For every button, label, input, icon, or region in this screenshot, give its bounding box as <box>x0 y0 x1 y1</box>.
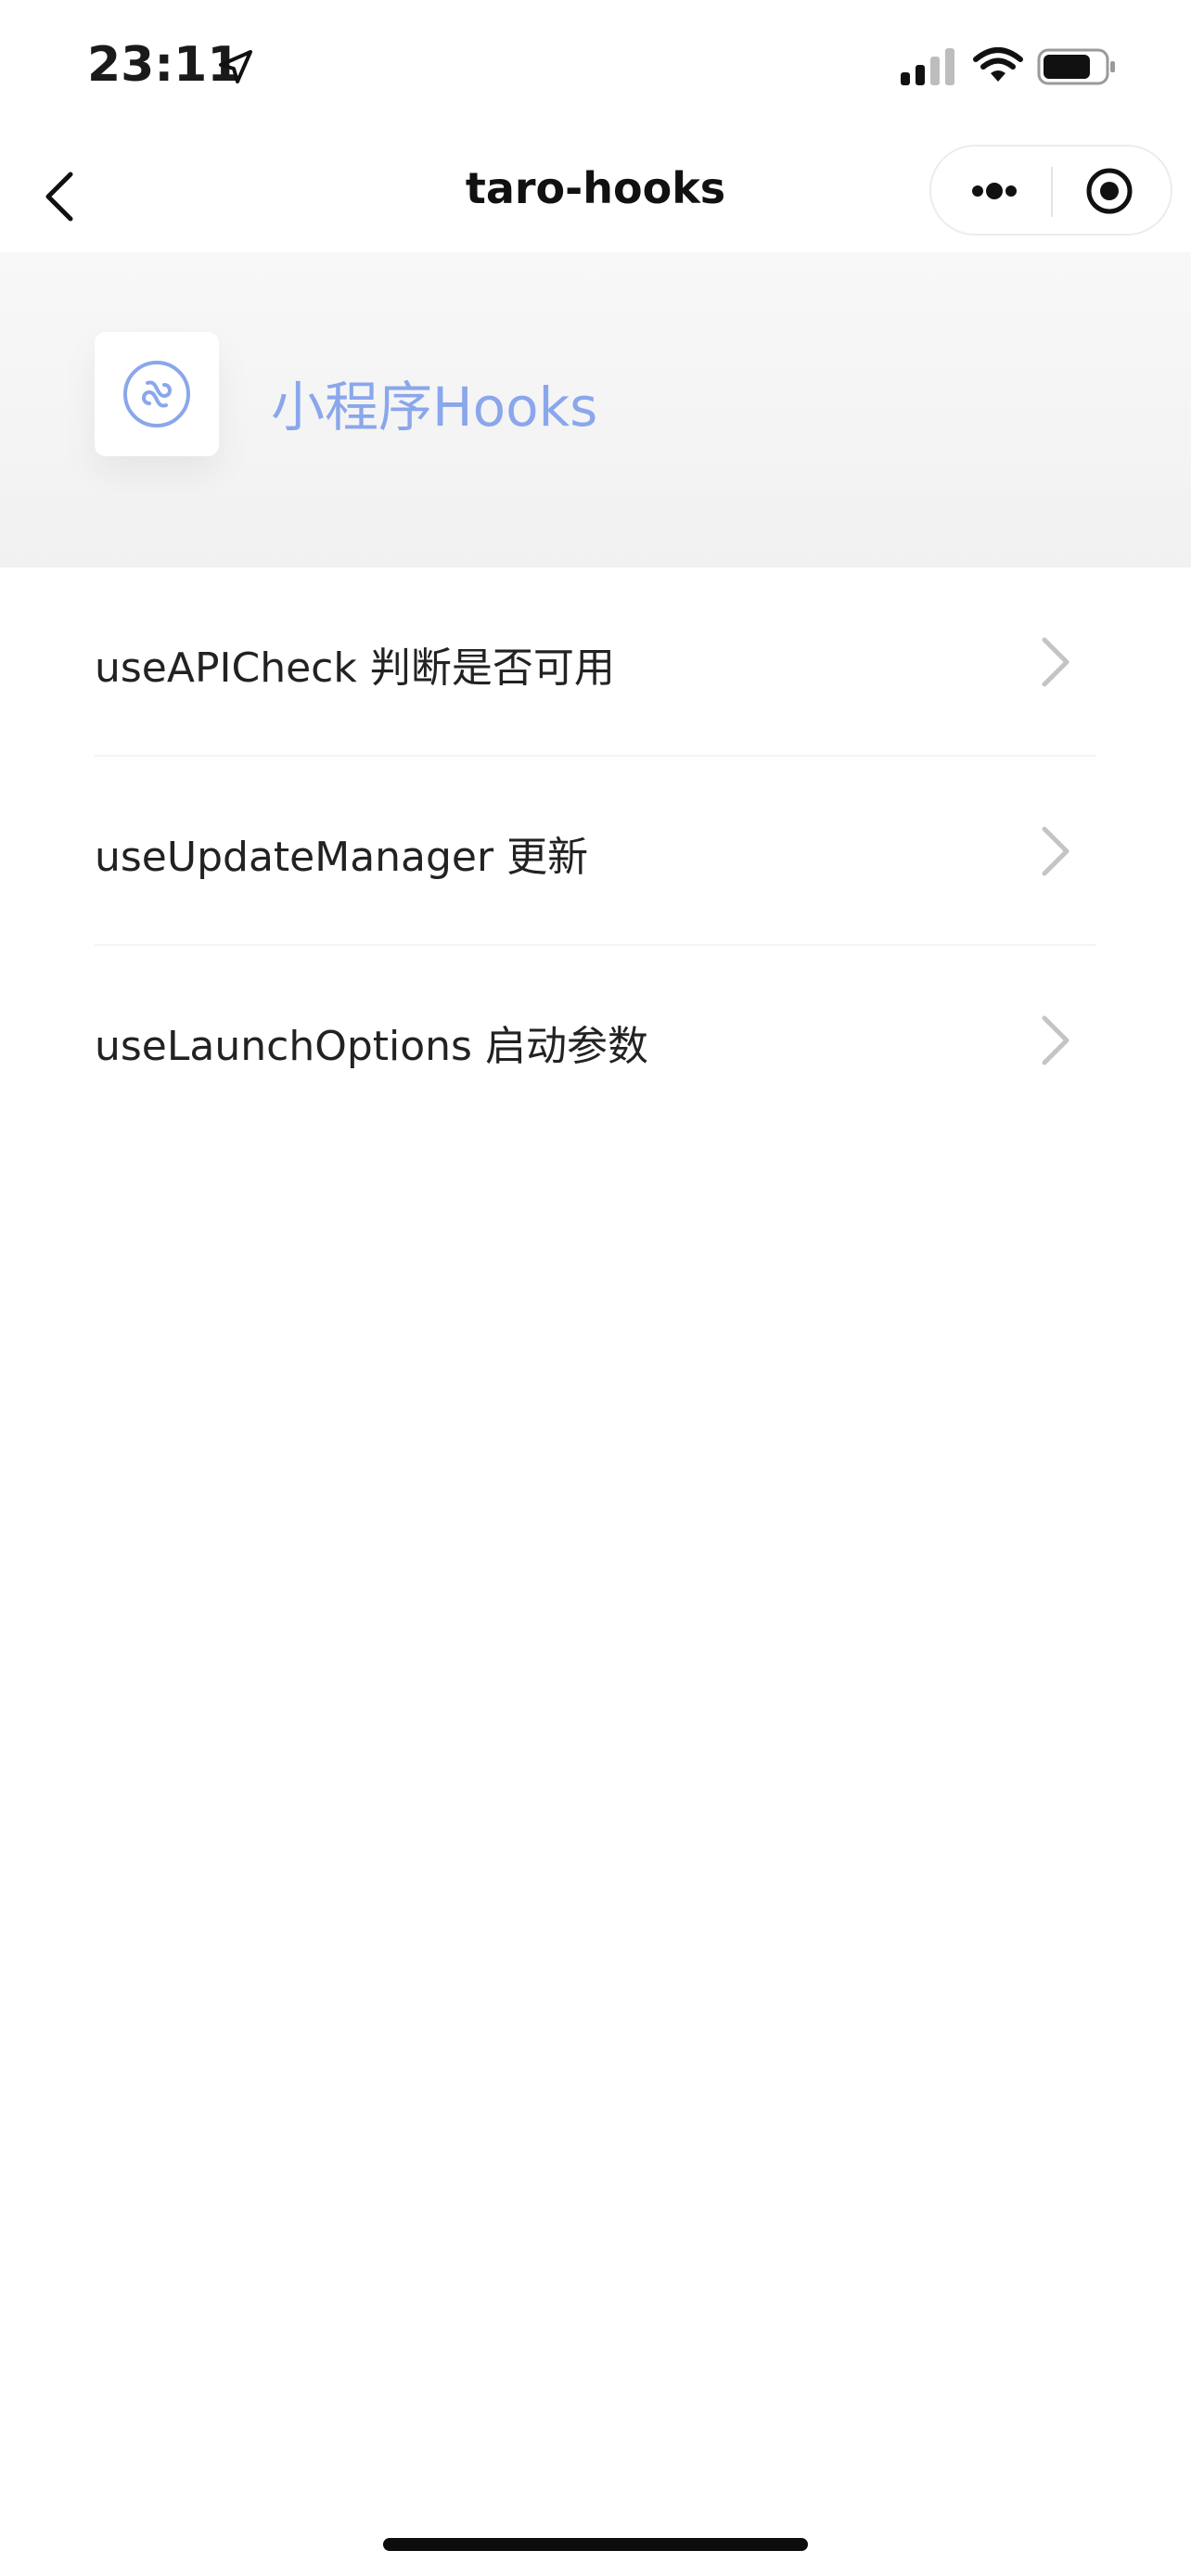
wifi-icon <box>973 47 1023 82</box>
more-dots-icon[interactable] <box>939 152 1046 230</box>
menu-list: useAPICheck 判断是否可用 useUpdateManager 更新 u… <box>0 567 1191 1135</box>
mini-program-link-icon <box>123 361 190 427</box>
list-item-use-launch-options[interactable]: useLaunchOptions 启动参数 <box>95 946 1096 1135</box>
list-item-label: useLaunchOptions 启动参数 <box>95 1023 648 1070</box>
list-item-use-api-check[interactable]: useAPICheck 判断是否可用 <box>95 567 1096 757</box>
cellular-signal-icon <box>901 48 954 85</box>
nav-bar: taro-hooks <box>0 139 1191 252</box>
capsule-divider <box>1051 167 1053 217</box>
screen: 23:11 taro-hooks 小程序Hooks useAPICheck 判断… <box>0 0 1191 2576</box>
location-arrow-icon <box>219 50 252 83</box>
list-item-label: useAPICheck 判断是否可用 <box>95 644 615 692</box>
chevron-right-icon <box>1042 637 1069 687</box>
capsule-menu <box>929 145 1172 236</box>
chevron-right-icon <box>1042 826 1069 876</box>
battery-icon <box>1037 48 1115 85</box>
header-banner: 小程序Hooks <box>0 252 1191 567</box>
logo-tile <box>95 332 219 456</box>
list-item-use-update-manager[interactable]: useUpdateManager 更新 <box>95 757 1096 946</box>
chevron-right-icon <box>1042 1015 1069 1065</box>
header-title: 小程序Hooks <box>271 376 598 439</box>
close-target-icon[interactable] <box>1057 152 1165 230</box>
home-indicator[interactable] <box>383 2538 808 2551</box>
status-bar: 23:11 <box>0 0 1191 139</box>
list-item-label: useUpdateManager 更新 <box>95 834 589 881</box>
